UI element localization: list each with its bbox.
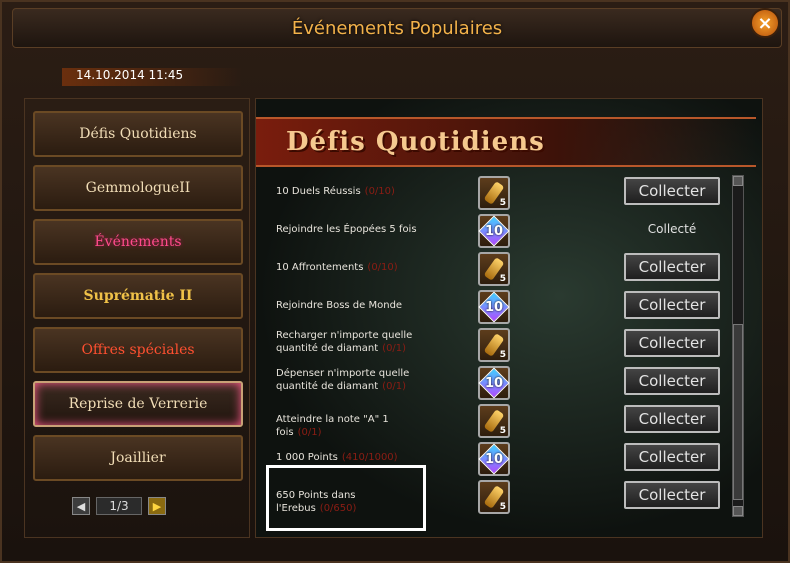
nav-defis-quotidiens[interactable]: Défis Quotidiens — [33, 111, 243, 157]
collect-button[interactable]: Collecter — [624, 405, 720, 433]
task-row: Recharger n'importe quelle quantité de d… — [272, 327, 722, 365]
page-indicator: 1/3 — [96, 497, 142, 515]
reward-quantity: 5 — [499, 502, 506, 512]
scroll-up-icon[interactable] — [733, 176, 743, 186]
nav-offres-speciales[interactable]: Offres spéciales — [33, 327, 243, 373]
section-title: Défis Quotidiens — [286, 127, 545, 157]
scrollbar[interactable] — [732, 175, 744, 517]
arrow-left-icon: ◀ — [76, 499, 86, 513]
task-text: Recharger n'importe quelle quantité de d… — [276, 329, 421, 355]
scroll-thumb[interactable] — [733, 324, 743, 500]
date-time: 14.10.2014 11:45 — [62, 68, 242, 86]
reward-slot[interactable]: 5 — [478, 176, 510, 210]
reward-quantity: 10 — [484, 299, 504, 315]
collect-button[interactable]: Collecter — [624, 291, 720, 319]
task-text: 10 Duels Réussis (0/10) — [276, 185, 421, 198]
arrow-right-icon: ▶ — [152, 499, 162, 513]
prev-page-button[interactable]: ◀ — [72, 497, 90, 515]
task-row: Dépenser n'importe quelle quantité de di… — [272, 365, 722, 403]
collect-button[interactable]: Collecter — [624, 253, 720, 281]
task-progress: (0/10) — [367, 262, 398, 273]
nav-label: GemmologueII — [85, 180, 191, 196]
task-row: Atteindre la note "A" 1 fois (0/1) 5 Collec… — [272, 403, 722, 441]
task-text: 1 000 Points (410/1000) — [276, 451, 421, 464]
task-progress: (0/1) — [382, 381, 407, 392]
collect-button[interactable]: Collecter — [624, 329, 720, 357]
task-text: 10 Affrontements (0/10) — [276, 261, 421, 274]
reward-slot[interactable]: 5 — [478, 328, 510, 362]
nav-label: Joaillier — [110, 450, 166, 466]
reward-quantity: 5 — [499, 426, 506, 436]
collect-button[interactable]: Collecter — [624, 367, 720, 395]
nav-gemmologue[interactable]: GemmologueII — [33, 165, 243, 211]
close-icon: × — [757, 12, 773, 34]
task-progress: (0/10) — [364, 186, 395, 197]
task-progress: (0/1) — [297, 427, 322, 438]
reward-quantity: 10 — [484, 223, 504, 239]
task-label: Rejoindre Boss de Monde — [276, 300, 403, 311]
window-title: Événements Populaires — [291, 17, 503, 39]
reward-slot[interactable]: 10 — [478, 366, 510, 400]
nav-evenements[interactable]: Événements — [33, 219, 243, 265]
pager: ◀ 1/3 ▶ — [72, 497, 166, 515]
task-label: Atteindre la note "A" 1 fois — [276, 414, 389, 438]
task-row: Rejoindre les Épopées 5 fois 10 Collecté — [272, 213, 722, 251]
reward-slot[interactable]: 10 — [478, 442, 510, 476]
reward-quantity: 10 — [484, 451, 504, 467]
reward-quantity: 10 — [484, 375, 504, 391]
task-label: 10 Affrontements — [276, 262, 364, 273]
section-banner: Défis Quotidiens — [256, 117, 756, 167]
task-text: Rejoindre les Épopées 5 fois — [276, 223, 421, 236]
collect-button[interactable]: Collecter — [624, 177, 720, 205]
nav-label: Reprise de Verrerie — [68, 396, 208, 412]
reward-slot[interactable]: 5 — [478, 480, 510, 514]
next-page-button[interactable]: ▶ — [148, 497, 166, 515]
reward-slot[interactable]: 10 — [478, 214, 510, 248]
reward-quantity: 5 — [499, 198, 506, 208]
task-text: Atteindre la note "A" 1 fois (0/1) — [276, 413, 421, 439]
task-progress: (410/1000) — [341, 452, 398, 463]
nav-suprematie[interactable]: Suprématie II — [33, 273, 243, 319]
nav-label: Suprématie II — [83, 288, 193, 304]
close-button[interactable]: × — [750, 8, 780, 38]
reward-quantity: 5 — [499, 350, 506, 360]
scroll-down-icon[interactable] — [733, 506, 743, 516]
task-text: Dépenser n'importe quelle quantité de di… — [276, 367, 421, 393]
nav-label: Défis Quotidiens — [79, 126, 197, 142]
task-row: 10 Affrontements (0/10) 5 Collecter — [272, 251, 722, 289]
reward-slot[interactable]: 10 — [478, 290, 510, 324]
task-text: Rejoindre Boss de Monde — [276, 299, 421, 312]
task-row: 10 Duels Réussis (0/10) 5 Collecter — [272, 175, 722, 213]
task-label: 1 000 Points — [276, 452, 338, 463]
nav-joaillier[interactable]: Joaillier — [33, 435, 243, 481]
task-label: Rejoindre les Épopées 5 fois — [276, 224, 417, 235]
reward-slot[interactable]: 5 — [478, 252, 510, 286]
events-window: Événements Populaires × 14.10.2014 11:45… — [0, 0, 790, 563]
title-bar: Événements Populaires — [12, 8, 782, 48]
collect-button[interactable]: Collecter — [624, 481, 720, 509]
task-label: 10 Duels Réussis — [276, 186, 361, 197]
sidebar: Défis Quotidiens GemmologueII Événements… — [24, 98, 250, 538]
nav-label: Offres spéciales — [81, 342, 195, 358]
task-row: Rejoindre Boss de Monde 10 Collecter — [272, 289, 722, 327]
nav-label: Événements — [94, 234, 182, 250]
collected-status: Collecté — [647, 222, 697, 236]
highlight-box — [266, 465, 426, 531]
reward-quantity: 5 — [499, 274, 506, 284]
nav-reprise-verrerie[interactable]: Reprise de Verrerie — [33, 381, 243, 427]
task-progress: (0/1) — [382, 343, 407, 354]
collect-button[interactable]: Collecter — [624, 443, 720, 471]
reward-slot[interactable]: 5 — [478, 404, 510, 438]
